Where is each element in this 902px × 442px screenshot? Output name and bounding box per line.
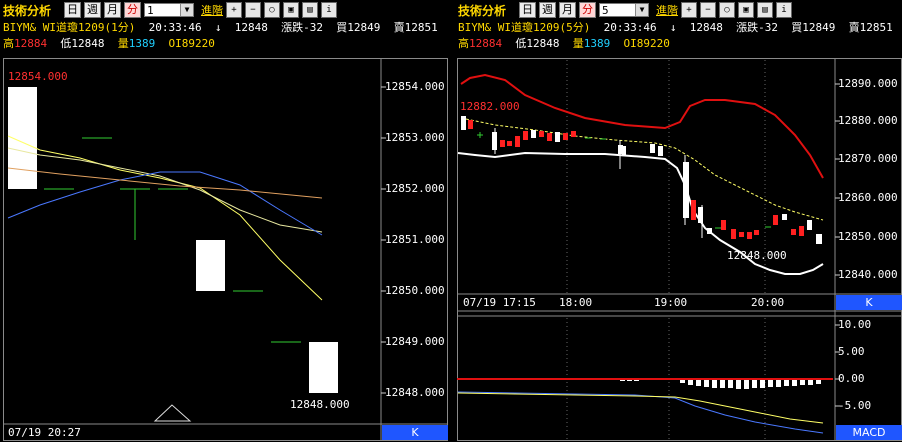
right-time-tick: 07/19 17:15 bbox=[463, 296, 536, 309]
macd-line bbox=[457, 391, 824, 434]
macd-tick: 0.00 bbox=[838, 372, 865, 385]
left-date-label: 07/19 20:27 bbox=[8, 426, 81, 439]
candle bbox=[816, 234, 822, 244]
right-price-tick: 12840.000 bbox=[838, 268, 898, 281]
candle bbox=[547, 133, 552, 141]
candle bbox=[563, 133, 568, 140]
candle bbox=[515, 136, 520, 147]
macd-button[interactable]: MACD bbox=[836, 425, 902, 440]
candle bbox=[707, 228, 712, 234]
candle bbox=[461, 116, 466, 130]
right-price-tick: 12880.000 bbox=[838, 114, 898, 127]
candle bbox=[683, 162, 689, 218]
candle bbox=[196, 240, 225, 291]
candle bbox=[539, 131, 544, 137]
candle bbox=[739, 232, 744, 237]
left-chart-svg bbox=[3, 58, 448, 441]
signal-line bbox=[457, 392, 824, 424]
right-time-tick: 18:00 bbox=[559, 296, 593, 309]
candle bbox=[721, 220, 726, 230]
candle bbox=[650, 144, 655, 153]
right-time-tick: 19:00 bbox=[654, 296, 688, 309]
candle bbox=[468, 120, 473, 129]
candle bbox=[791, 229, 796, 235]
candle bbox=[747, 232, 752, 239]
left-price-tick: 12852.000 bbox=[385, 182, 445, 195]
candle bbox=[555, 132, 560, 142]
left-price-tick: 12854.000 bbox=[385, 80, 445, 93]
left-min-label: 12848.000 bbox=[290, 398, 350, 411]
right-price-tick: 12870.000 bbox=[838, 152, 898, 165]
right-k-button[interactable]: K bbox=[836, 295, 902, 310]
left-price-tick: 12850.000 bbox=[385, 284, 445, 297]
right-price-tick: 12860.000 bbox=[838, 191, 898, 204]
right-time-tick: 20:00 bbox=[751, 296, 785, 309]
upper-band-line bbox=[460, 73, 824, 179]
macd-tick: -5.00 bbox=[838, 399, 872, 412]
right-max-label: 12882.000 bbox=[460, 100, 520, 113]
candle bbox=[531, 130, 536, 138]
candle bbox=[782, 214, 787, 220]
right-min-label: 12848.000 bbox=[727, 249, 787, 262]
middle-band-line bbox=[460, 117, 824, 221]
left-price-tick: 12848.000 bbox=[385, 386, 445, 399]
ma-line-pale bbox=[7, 147, 323, 233]
right-chart-panel: 技術分析 日 週 月 分 5 ▼ 進階 + − ○ ▣ ▤ i BIYM& WI道… bbox=[455, 0, 902, 442]
triangle-marker-icon bbox=[153, 404, 192, 422]
candle bbox=[507, 141, 512, 146]
candle bbox=[309, 342, 338, 393]
candle bbox=[807, 220, 812, 230]
candle bbox=[799, 226, 804, 236]
left-price-tick: 12853.000 bbox=[385, 131, 445, 144]
candle bbox=[754, 230, 759, 235]
candle bbox=[731, 229, 736, 239]
left-price-tick: 12851.000 bbox=[385, 233, 445, 246]
right-price-tick: 12890.000 bbox=[838, 77, 898, 90]
candle bbox=[691, 200, 696, 220]
left-chart-panel: 技術分析 日 週 月 分 1 ▼ 進階 + − ○ ▣ ▤ i BIYM& WI道… bbox=[0, 0, 450, 442]
left-k-button[interactable]: K bbox=[382, 425, 448, 440]
candle bbox=[571, 131, 576, 137]
left-max-label: 12854.000 bbox=[8, 70, 68, 83]
candle bbox=[622, 146, 626, 156]
candle bbox=[523, 131, 528, 140]
right-price-tick: 12850.000 bbox=[838, 230, 898, 243]
macd-histogram bbox=[620, 380, 821, 389]
ma-line-yellow bbox=[7, 135, 323, 301]
candle bbox=[773, 215, 778, 225]
left-price-tick: 12849.000 bbox=[385, 335, 445, 348]
candles-group bbox=[461, 116, 822, 244]
candle bbox=[658, 146, 663, 156]
macd-tick: 10.00 bbox=[838, 318, 872, 331]
right-chart-svg bbox=[457, 58, 902, 441]
ma-line-blue bbox=[7, 171, 323, 236]
macd-tick: 5.00 bbox=[838, 345, 865, 358]
candle bbox=[500, 140, 505, 147]
